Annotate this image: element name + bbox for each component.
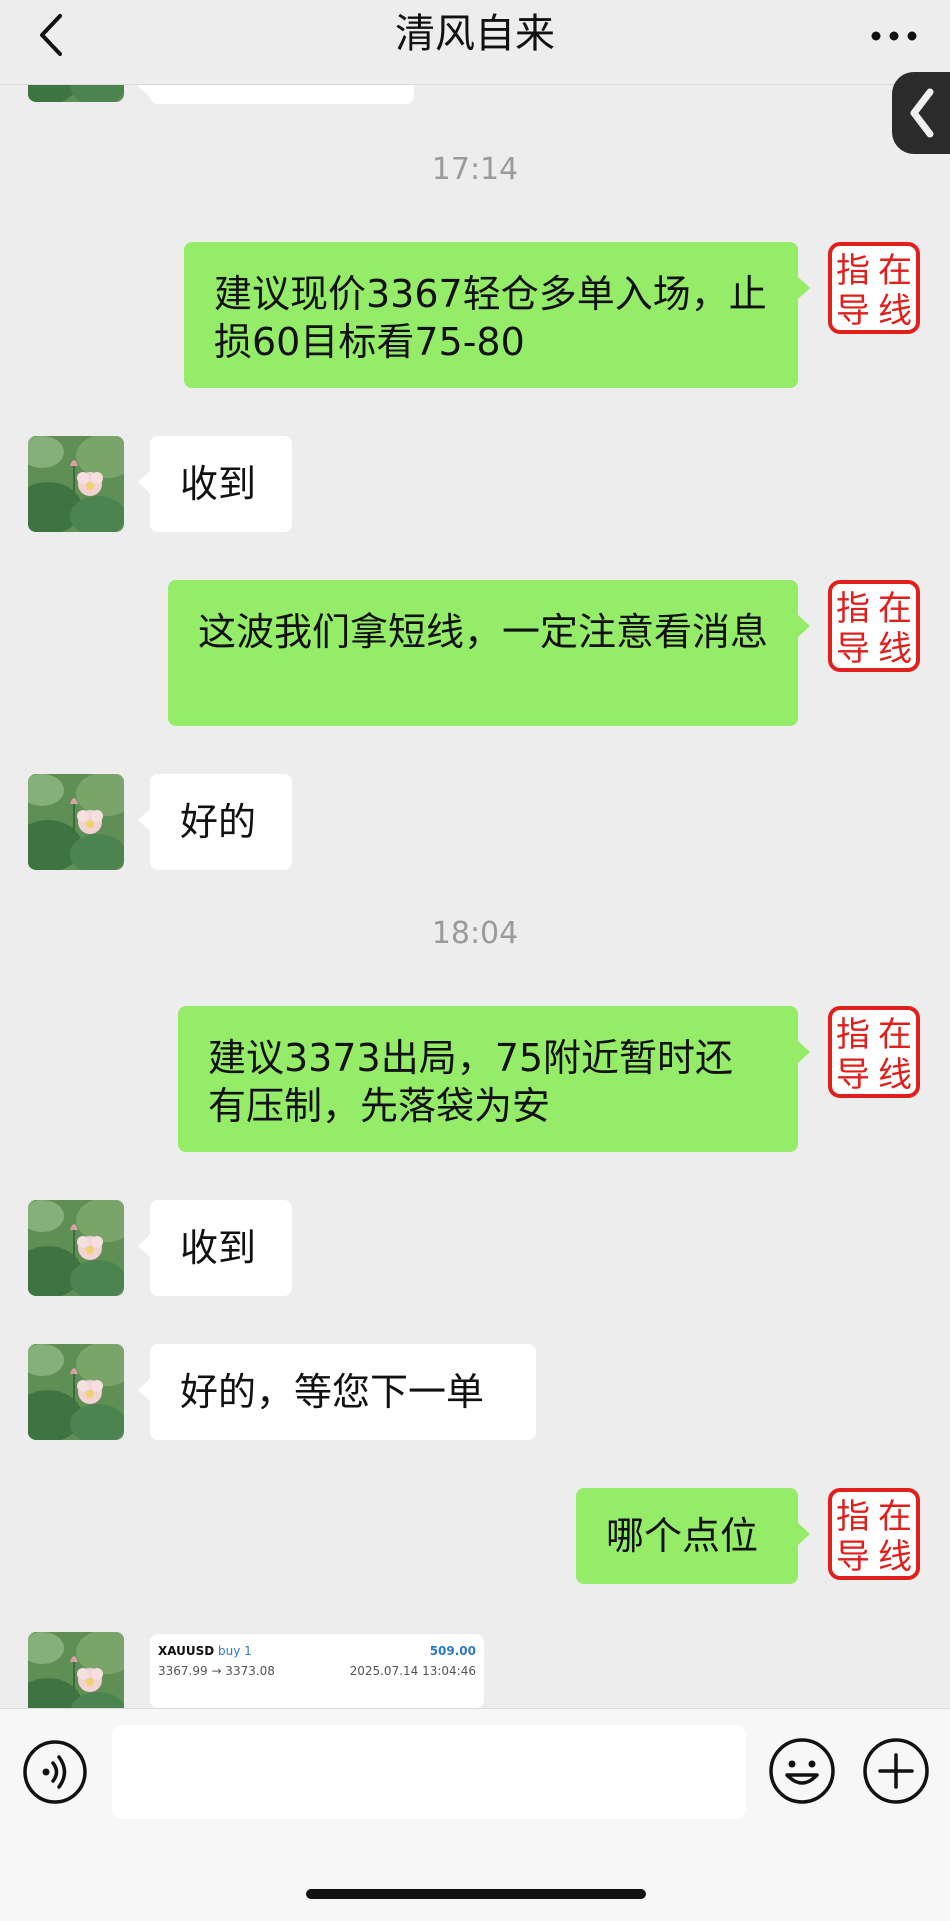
message-bubble-sent[interactable]: 建议3373出局，75附近暂时还有压制，先落袋为安 xyxy=(178,1006,810,1152)
trade-side: buy 1 xyxy=(218,1644,252,1658)
svg-text:导: 导 xyxy=(836,1537,870,1577)
message-bubble-received[interactable]: 好的 xyxy=(138,774,292,870)
svg-text:导: 导 xyxy=(836,291,870,331)
svg-text:线: 线 xyxy=(878,1537,912,1577)
svg-text:在: 在 xyxy=(878,589,912,629)
svg-text:指: 指 xyxy=(836,1497,870,1537)
trade-symbol: XAUUSD xyxy=(158,1644,215,1658)
svg-text:导: 导 xyxy=(836,629,870,669)
svg-text:线: 线 xyxy=(878,629,912,669)
svg-text:在: 在 xyxy=(878,251,912,291)
message-text: 这波我们拿短线，一定注意看消息 xyxy=(198,610,769,654)
message-bubble-sent[interactable]: 建议现价3367轻仓多单入场，止损60目标看75-80 xyxy=(184,242,810,388)
home-indicator xyxy=(306,1889,646,1899)
chat-title: 清风自来 xyxy=(395,11,555,57)
input-bar xyxy=(0,1708,950,1921)
nav-bar: 清风自来 xyxy=(0,0,950,85)
contact-avatar[interactable] xyxy=(28,1344,124,1440)
svg-text:线: 线 xyxy=(878,291,912,331)
svg-text:导: 导 xyxy=(836,1055,870,1095)
floating-side-tab[interactable] xyxy=(892,72,950,154)
message-text: 好的，等您下一单 xyxy=(180,1370,485,1414)
message-bubble-received[interactable]: 好的，等您下一单 xyxy=(138,1344,536,1440)
smiley-icon xyxy=(769,1738,835,1804)
seal-avatar[interactable]: 指 在 导 线 xyxy=(828,242,920,334)
seal-avatar[interactable]: 指 在 导 线 xyxy=(828,1006,920,1098)
voice-icon xyxy=(23,1740,87,1804)
svg-text:线: 线 xyxy=(878,1055,912,1095)
message-bubble-sent[interactable]: 哪个点位 xyxy=(576,1488,810,1584)
seal-avatar[interactable]: 指 在 导 线 xyxy=(828,1488,920,1580)
chat-area[interactable]: 17:14 建议现价3367轻仓多单入场，止损60目标看75-80 指 在 导 … xyxy=(0,0,950,1708)
timestamp: 17:14 xyxy=(431,152,519,187)
trade-profit: 509.00 xyxy=(429,1644,476,1658)
voice-button[interactable] xyxy=(22,1739,88,1805)
svg-text:指: 指 xyxy=(836,1015,870,1055)
svg-text:在: 在 xyxy=(878,1497,912,1537)
contact-avatar[interactable] xyxy=(28,774,124,870)
svg-text:在: 在 xyxy=(878,1015,912,1055)
seal-avatar[interactable]: 指 在 导 线 xyxy=(828,580,920,672)
message-text: 收到 xyxy=(180,1226,257,1270)
contact-avatar[interactable] xyxy=(28,1632,124,1708)
message-bubble-received[interactable]: 收到 xyxy=(138,1200,292,1296)
message-input[interactable] xyxy=(112,1725,746,1819)
message-text: 哪个点位 xyxy=(606,1514,759,1558)
contact-avatar[interactable] xyxy=(28,436,124,532)
message-text: 建议3373出局，75附近暂时还有压制，先落袋为安 xyxy=(208,1036,734,1128)
message-text: 好的 xyxy=(180,800,257,844)
message-text: 收到 xyxy=(180,462,257,506)
plus-icon xyxy=(863,1738,929,1804)
more-button[interactable] xyxy=(864,16,924,56)
contact-avatar[interactable] xyxy=(28,1200,124,1296)
trade-card-image[interactable]: XAUUSD buy 1 509.00 3367.99 → 3373.08 20… xyxy=(150,1634,484,1708)
trade-time: 2025.07.14 13:04:46 xyxy=(349,1664,476,1678)
svg-text:指: 指 xyxy=(836,251,870,291)
svg-text:指: 指 xyxy=(836,589,870,629)
message-text: 建议现价3367轻仓多单入场，止损60目标看75-80 xyxy=(214,272,767,364)
emoji-button[interactable] xyxy=(768,1737,836,1805)
more-functions-button[interactable] xyxy=(862,1737,930,1805)
timestamp: 18:04 xyxy=(431,916,519,951)
more-dots-icon xyxy=(871,31,917,41)
chevron-left-icon xyxy=(910,88,934,138)
trade-prices: 3367.99 → 3373.08 xyxy=(158,1664,275,1678)
message-bubble-sent[interactable]: 这波我们拿短线，一定注意看消息 xyxy=(168,580,810,726)
message-bubble-received[interactable]: 收到 xyxy=(138,436,292,532)
